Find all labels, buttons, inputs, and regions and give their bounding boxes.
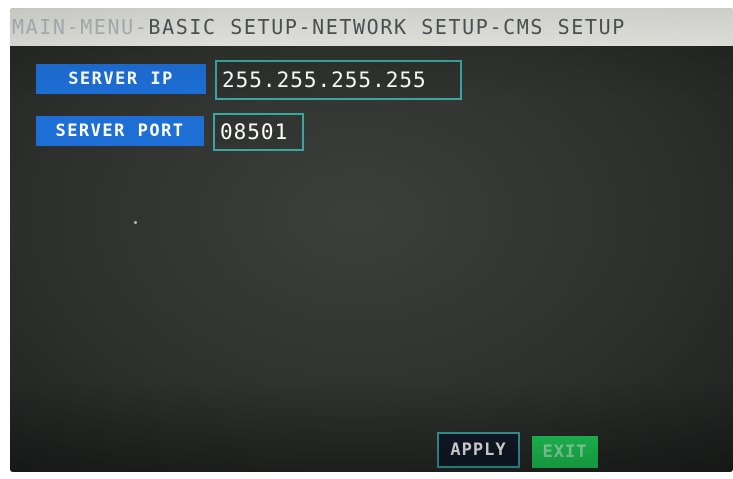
exit-button[interactable]: EXIT [532, 436, 598, 468]
screen-glare-speck [134, 221, 137, 224]
breadcrumb: MAIN-MENU-BASIC SETUP-NETWORK SETUP-CMS … [10, 15, 626, 39]
breadcrumb-path: BASIC SETUP-NETWORK SETUP-CMS SETUP [148, 15, 626, 39]
cms-setup-screen: MAIN-MENU-BASIC SETUP-NETWORK SETUP-CMS … [10, 8, 733, 472]
menu-title-bar: MAIN-MENU-BASIC SETUP-NETWORK SETUP-CMS … [10, 8, 733, 46]
server-ip-label: SERVER IP [36, 64, 206, 94]
monitor-frame: MAIN-MENU-BASIC SETUP-NETWORK SETUP-CMS … [0, 0, 733, 479]
server-ip-input[interactable]: 255.255.255.255 [215, 60, 462, 100]
apply-button[interactable]: APPLY [437, 432, 520, 468]
server-port-input[interactable]: 08501 [213, 113, 304, 151]
server-port-label: SERVER PORT [36, 116, 204, 146]
breadcrumb-main-menu: MAIN-MENU- [12, 15, 149, 39]
